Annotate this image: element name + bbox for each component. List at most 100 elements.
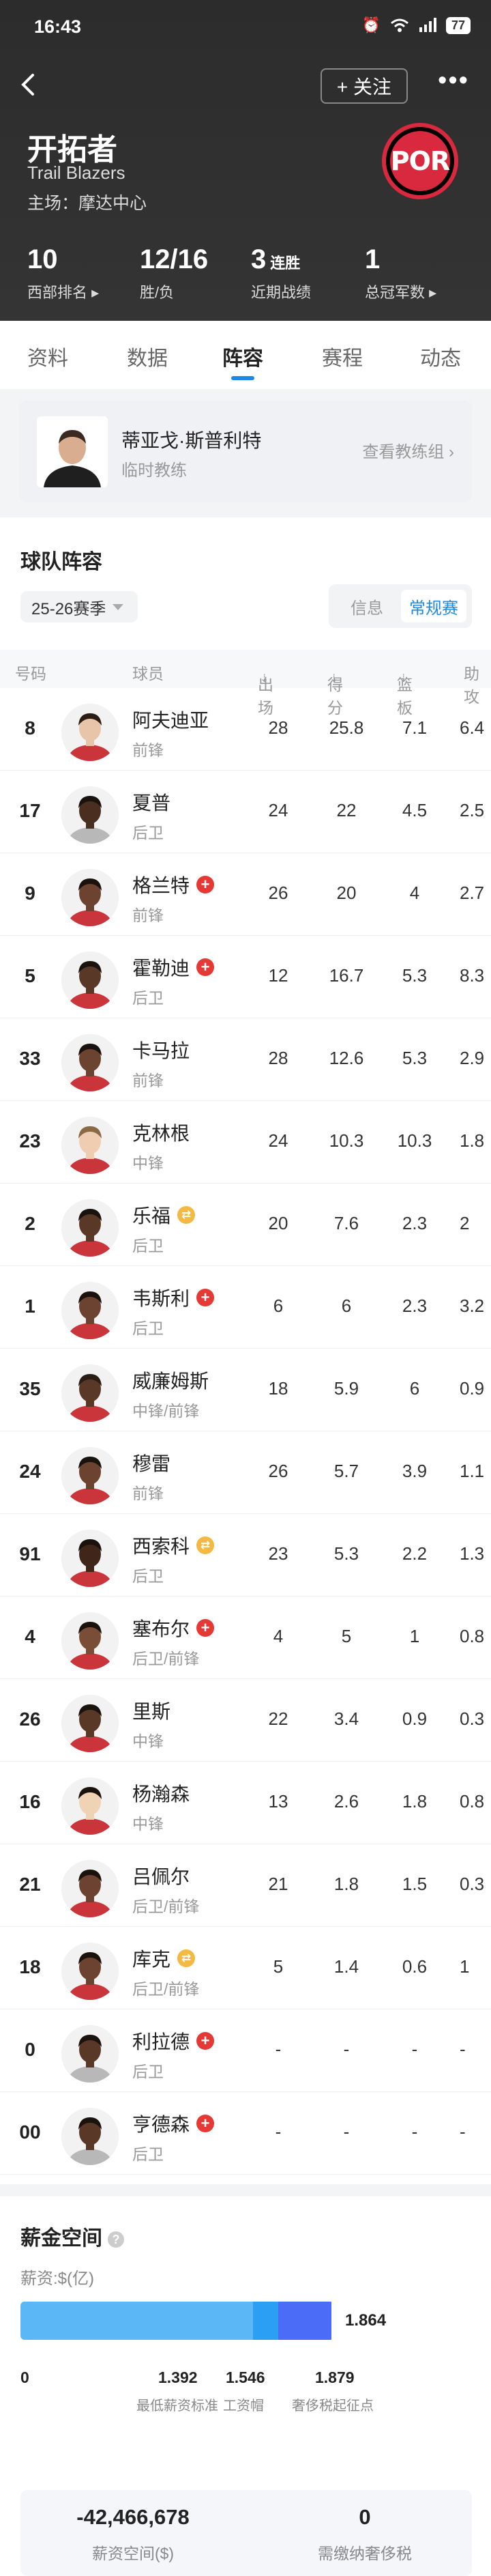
player-number: 24 xyxy=(19,1461,41,1482)
tab-news[interactable]: 动态 xyxy=(420,341,461,371)
toggle-info[interactable]: 信息 xyxy=(334,590,400,622)
player-points: 12.6 xyxy=(329,1048,364,1068)
player-avatar xyxy=(61,1695,119,1752)
player-row[interactable]: 5 霍勒迪 + 后卫 12 16.7 5.3 8.3 xyxy=(0,936,491,1018)
player-row[interactable]: 18 库克 ⇄ 后卫/前锋 5 1.4 0.6 1 xyxy=(0,1927,491,2009)
player-name: 穆雷 xyxy=(132,1453,171,1474)
player-assists: - xyxy=(460,2121,466,2142)
signal-icon xyxy=(419,18,436,32)
player-position: 中锋/前锋 xyxy=(132,1402,200,1420)
tab-roster[interactable]: 阵容 xyxy=(222,341,263,371)
tab-schedule[interactable]: 赛程 xyxy=(322,341,363,371)
player-assists: 0.3 xyxy=(460,1708,485,1729)
player-assists: 1 xyxy=(460,1956,470,1977)
help-icon[interactable]: ? xyxy=(108,2231,124,2248)
stat-championships[interactable]: 1 总冠军数 ▸ xyxy=(365,244,436,302)
coach-role: 临时教练 xyxy=(121,461,187,480)
stats-type-toggle: 信息 常规赛 xyxy=(329,584,472,628)
player-name: 塞布尔 + xyxy=(132,1614,215,1642)
player-points: 1.4 xyxy=(333,1956,359,1977)
follow-button[interactable]: + 关注 xyxy=(321,68,408,104)
player-rebounds: - xyxy=(411,2039,418,2059)
player-position: 前锋 xyxy=(132,1485,164,1502)
player-row[interactable]: 35 威廉姆斯 中锋/前锋 18 5.9 6 0.9 xyxy=(0,1349,491,1431)
player-rebounds: 4 xyxy=(409,883,420,903)
player-row[interactable]: 0 利拉德 + 后卫 - - - - xyxy=(0,2009,491,2092)
player-name: 利拉德 + xyxy=(132,2027,215,2055)
player-points: 16.7 xyxy=(329,965,364,986)
player-row[interactable]: 4 塞布尔 + 后卫/前锋 4 5 1 0.8 xyxy=(0,1597,491,1679)
player-rebounds: 2.2 xyxy=(402,1543,428,1564)
player-row[interactable]: 26 里斯 中锋 22 3.4 0.9 0.3 xyxy=(0,1679,491,1762)
view-coaching-staff-link[interactable]: 查看教练组 › xyxy=(362,438,454,462)
luxury-tax-value: 0 xyxy=(359,2505,371,2529)
player-avatar xyxy=(61,2025,119,2083)
player-row[interactable]: 24 穆雷 前锋 26 5.7 3.9 1.1 xyxy=(0,1431,491,1514)
toggle-regular-season[interactable]: 常规赛 xyxy=(401,590,466,622)
roster-title: 球队阵容 xyxy=(20,551,102,573)
player-avatar xyxy=(61,869,119,926)
player-name: 西索科 ⇄ xyxy=(132,1532,215,1559)
team-logo: POR xyxy=(382,123,458,199)
player-rebounds: 2.3 xyxy=(402,1213,428,1233)
player-avatar xyxy=(61,1199,119,1257)
header-number: 号码 xyxy=(15,665,46,683)
salary-bar-segment xyxy=(252,2302,279,2340)
player-name: 库克 ⇄ xyxy=(132,1945,196,1972)
player-rebounds: 7.1 xyxy=(402,717,428,738)
coach-card[interactable]: 蒂亚戈·斯普利特 临时教练 查看教练组 › xyxy=(19,400,472,502)
stat-west-rank[interactable]: 10 西部排名 ▸ xyxy=(27,244,99,302)
player-points: 2.6 xyxy=(333,1791,359,1812)
player-row[interactable]: 1 韦斯利 + 后卫 6 6 2.3 3.2 xyxy=(0,1266,491,1349)
player-name: 阿夫迪亚 xyxy=(132,710,209,731)
player-games: 21 xyxy=(268,1874,288,1894)
rest-icon: ⇄ xyxy=(177,1949,196,1967)
player-row[interactable]: 33 卡马拉 前锋 28 12.6 5.3 2.9 xyxy=(0,1018,491,1101)
player-assists: 0.8 xyxy=(460,1626,485,1646)
tick-cap: 1.546 xyxy=(226,2369,265,2386)
player-row[interactable]: 91 西索科 ⇄ 后卫 23 5.3 2.2 1.3 xyxy=(0,1514,491,1597)
player-number: 17 xyxy=(19,800,41,821)
player-number: 5 xyxy=(25,965,35,986)
player-avatar xyxy=(61,1117,119,1174)
status-time: 16:43 xyxy=(34,16,82,37)
player-avatar xyxy=(61,1034,119,1091)
player-row[interactable]: 2 乐福 ⇄ 后卫 20 7.6 2.3 2 xyxy=(0,1184,491,1266)
player-rebounds: 0.9 xyxy=(402,1708,428,1729)
player-name: 威廉姆斯 xyxy=(132,1371,209,1392)
team-english-name: Trail Blazers xyxy=(27,162,125,183)
player-games: 6 xyxy=(273,1296,284,1316)
player-games: 28 xyxy=(268,1048,288,1068)
player-row[interactable]: 17 夏普 后卫 24 22 4.5 2.5 xyxy=(0,771,491,853)
player-row[interactable]: 00 亨德森 + 后卫 - - - - xyxy=(0,2092,491,2175)
player-avatar xyxy=(61,1282,119,1339)
player-games: 20 xyxy=(268,1213,288,1233)
back-arrow-icon[interactable] xyxy=(15,71,42,98)
player-name: 格兰特 + xyxy=(132,871,215,898)
player-rebounds: 1.8 xyxy=(402,1791,428,1812)
status-bar: 16:43 ⏰ 77 xyxy=(0,0,491,55)
player-row[interactable]: 9 格兰特 + 前锋 26 20 4 2.7 xyxy=(0,853,491,936)
player-row[interactable]: 21 吕佩尔 后卫/前锋 21 1.8 1.5 0.3 xyxy=(0,1844,491,1927)
player-rebounds: 5.3 xyxy=(402,1048,428,1068)
player-points: 6 xyxy=(341,1296,352,1316)
player-assists: 8.3 xyxy=(460,965,485,986)
tab-profile[interactable]: 资料 xyxy=(27,341,68,371)
player-rebounds: 5.3 xyxy=(402,965,428,986)
player-assists: 6.4 xyxy=(460,717,485,738)
player-name: 亨德森 + xyxy=(132,2110,215,2137)
player-number: 21 xyxy=(19,1874,41,1895)
tab-stats[interactable]: 数据 xyxy=(127,341,168,371)
player-assists: 2.7 xyxy=(460,883,485,903)
luxury-tax-label: 需缴纳奢侈税 xyxy=(318,2545,412,2562)
player-games: 26 xyxy=(268,1461,288,1481)
player-row[interactable]: 8 阿夫迪亚 前锋 28 25.8 7.1 6.4 xyxy=(0,688,491,771)
player-name: 克林根 xyxy=(132,1123,190,1144)
player-games: 13 xyxy=(268,1791,288,1812)
season-selector[interactable]: 25-26赛季 xyxy=(20,591,138,622)
salary-section: 薪金空间? 薪资:$(亿) 1.864 0 1.392 1.546 1.879 … xyxy=(0,2196,491,2576)
player-games: 26 xyxy=(268,883,288,903)
more-options-icon[interactable]: ••• xyxy=(436,68,471,100)
player-row[interactable]: 16 杨瀚森 中锋 13 2.6 1.8 0.8 xyxy=(0,1762,491,1844)
player-row[interactable]: 23 克林根 中锋 24 10.3 10.3 1.8 xyxy=(0,1101,491,1184)
